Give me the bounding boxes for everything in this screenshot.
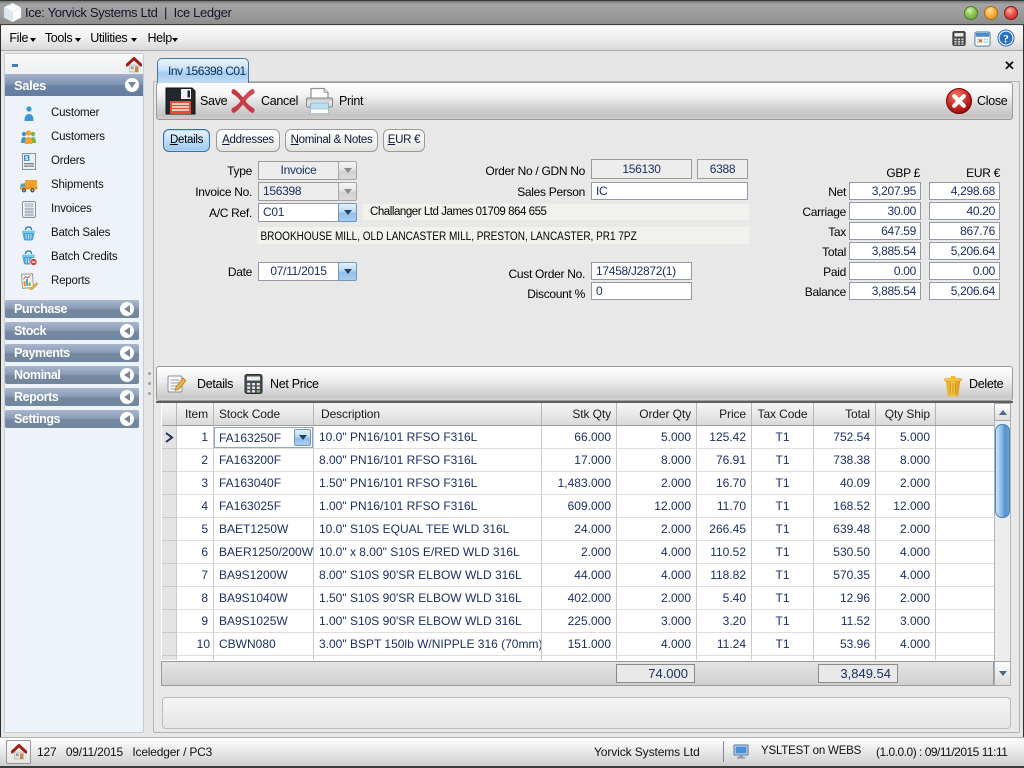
svg-text:$: $ [25, 156, 28, 162]
svg-text:?: ? [1003, 33, 1009, 45]
